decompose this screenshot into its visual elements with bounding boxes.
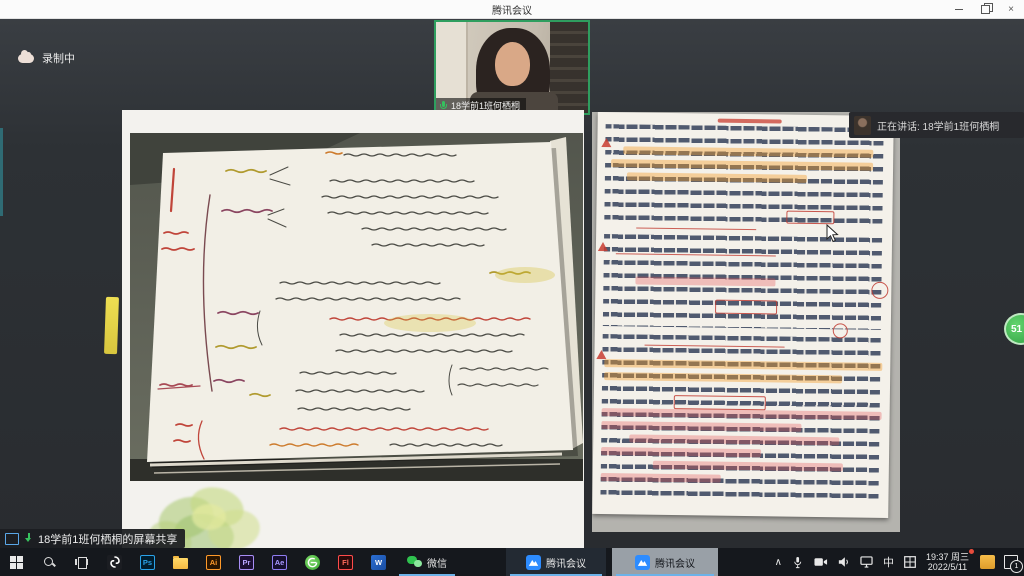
cloud-record-icon [18, 54, 34, 63]
microphone-icon [440, 101, 447, 111]
highlight-pink [601, 473, 721, 483]
red-box-mark [715, 300, 777, 315]
task-view-icon [75, 557, 88, 568]
highlighter-pen [104, 297, 119, 354]
red-triangle-mark [601, 138, 611, 147]
recording-indicator: 录制中 [18, 50, 75, 66]
taskbar-word[interactable]: W [362, 548, 395, 576]
mindmap-notes-drawing [130, 133, 583, 481]
speaking-toast: 正在讲话: 18学前1班何栖桐 [849, 112, 1024, 138]
participant-face [495, 42, 530, 86]
screen-share-banner: 18学前1班何栖桐的屏幕共享 [0, 529, 185, 548]
word-icon: W [371, 555, 386, 570]
red-triangle-mark [596, 350, 606, 359]
close-button[interactable]: × [998, 0, 1024, 18]
red-box-mark [786, 211, 834, 225]
tencent-meeting-icon [635, 555, 650, 570]
taskbar-aftereffects[interactable]: Ae [263, 548, 296, 576]
share-banner-text: 18学前1班何栖桐的屏幕共享 [38, 531, 177, 547]
clock-notification-dot [969, 549, 974, 554]
windows-logo-icon [10, 556, 23, 569]
task-view-button[interactable] [65, 548, 98, 576]
windows-taskbar: Ps Ai Pr Ae Fl W 微信 腾讯会议 腾讯会议 ∧ [0, 548, 1024, 576]
floating-widget-badge[interactable]: 51 [1004, 313, 1024, 345]
taskbar-meeting-window-1[interactable]: 腾讯会议 [506, 548, 606, 576]
taskbar-wechat[interactable]: 微信 [395, 548, 459, 576]
system-tray: ∧ 中 19:37 周三 2022/5/11 1 [775, 548, 1022, 576]
action-center-button[interactable]: 1 [1004, 555, 1018, 569]
page-title-scrawl [718, 119, 782, 124]
taskbar-file-explorer[interactable] [164, 548, 197, 576]
edge-sliver [0, 128, 3, 216]
notification-count-badge: 1 [1010, 560, 1023, 573]
ime-grid-icon[interactable] [903, 555, 917, 569]
input-language-indicator[interactable]: 中 [883, 554, 894, 570]
speaker-avatar [854, 116, 871, 135]
search-icon [43, 556, 55, 568]
start-button[interactable] [0, 548, 32, 576]
tray-chevron[interactable]: ∧ [775, 557, 782, 568]
participant-video-thumbnail[interactable]: 18学前1班何栖桐 [434, 20, 590, 115]
flash-icon: Fl [338, 555, 353, 570]
shared-photo-left-notes [130, 133, 583, 481]
search-button[interactable] [32, 548, 65, 576]
tray-speaker-icon[interactable] [837, 555, 851, 569]
screen-share-icon [5, 533, 19, 545]
premiere-icon: Pr [239, 555, 254, 570]
tray-app-orange-icon[interactable] [980, 555, 995, 569]
recording-label: 录制中 [42, 50, 75, 66]
handwritten-page [592, 112, 894, 518]
clock-date: 2022/5/11 [926, 562, 969, 572]
tray-microphone-icon[interactable] [791, 555, 805, 569]
taskbar-flash[interactable]: Fl [329, 548, 362, 576]
swirl-app-icon [107, 555, 122, 570]
taskbar-meeting-window-2[interactable]: 腾讯会议 [612, 548, 718, 576]
red-underline [636, 228, 756, 231]
meeting-stage: 录制中 18学前1班何栖桐 正在讲话: 18学前1班何栖桐 [0, 18, 1024, 548]
aftereffects-icon: Ae [272, 555, 287, 570]
screen-root: { "window": { "title": "腾讯会议", "close_gl… [0, 0, 1024, 576]
tray-camera-icon[interactable] [814, 555, 828, 569]
taskbar-illustrator[interactable]: Ai [197, 548, 230, 576]
meeting-window-label: 腾讯会议 [655, 555, 695, 570]
taskbar-photoshop[interactable]: Ps [131, 548, 164, 576]
taskbar-app-swirl[interactable] [98, 548, 131, 576]
illustrator-icon: Ai [206, 555, 221, 570]
minimize-button[interactable] [946, 0, 972, 18]
taskbar-clock[interactable]: 19:37 周三 2022/5/11 [926, 552, 971, 572]
tray-display-icon[interactable] [860, 555, 874, 569]
meeting-window-label: 腾讯会议 [546, 555, 586, 570]
shared-photo-right-notes [592, 112, 900, 532]
speaking-text: 正在讲话: 18学前1班何栖桐 [877, 118, 999, 133]
audio-down-icon [24, 533, 33, 544]
wechat-label: 微信 [427, 555, 447, 570]
wechat-icon [407, 555, 422, 570]
window-titlebar: 腾讯会议 × [0, 0, 1024, 19]
photoshop-icon: Ps [140, 555, 155, 570]
taskbar-browser[interactable] [296, 548, 329, 576]
tencent-meeting-icon [526, 555, 541, 570]
clock-time: 19:37 周三 [926, 552, 969, 562]
window-title: 腾讯会议 [0, 2, 1024, 17]
restore-button[interactable] [972, 0, 998, 18]
red-circle-mark [871, 282, 888, 299]
red-triangle-mark [598, 242, 608, 251]
mouse-cursor [826, 224, 839, 248]
file-explorer-icon [173, 558, 188, 569]
taskbar-premiere[interactable]: Pr [230, 548, 263, 576]
red-box-mark [674, 395, 766, 410]
green-browser-icon [305, 555, 320, 570]
red-circle-mark [833, 323, 848, 338]
